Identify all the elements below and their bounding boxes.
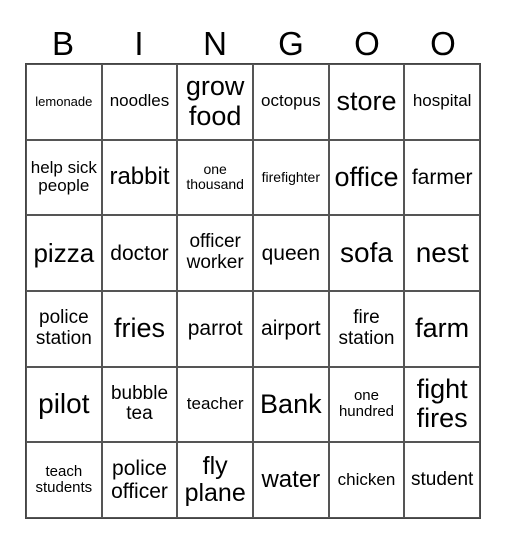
bingo-cell[interactable]: chicken xyxy=(328,442,405,518)
bingo-cell[interactable]: Bank xyxy=(252,366,329,443)
bingo-cell[interactable]: firefighter xyxy=(252,139,329,216)
bingo-cell[interactable]: airport xyxy=(252,290,329,367)
bingo-cell[interactable]: pilot xyxy=(26,366,102,443)
bingo-cell[interactable]: rabbit xyxy=(101,139,178,216)
bingo-cell[interactable]: doctor xyxy=(101,215,178,291)
bingo-cell[interactable]: queen xyxy=(252,215,329,291)
bingo-cell[interactable]: one hundred xyxy=(328,366,405,443)
header-letter: O xyxy=(354,25,380,62)
bingo-cell[interactable]: student xyxy=(404,442,480,518)
bingo-cell[interactable]: fight fires xyxy=(404,366,480,443)
bingo-cell[interactable]: one thousand xyxy=(177,139,253,216)
bingo-cell[interactable]: teach students xyxy=(26,442,102,518)
header-letter: G xyxy=(278,25,304,62)
bingo-cell[interactable]: hospital xyxy=(404,64,480,140)
bingo-cell[interactable]: officer worker xyxy=(177,215,253,291)
bingo-cell[interactable]: bubble tea xyxy=(101,366,178,443)
bingo-cell[interactable]: octopus xyxy=(252,64,329,140)
bingo-cell[interactable]: parrot xyxy=(177,290,253,367)
bingo-cell[interactable]: water xyxy=(252,442,329,518)
bingo-cell[interactable]: sofa xyxy=(328,215,405,291)
bingo-cell[interactable]: lemonade xyxy=(26,64,102,140)
bingo-cell[interactable]: pizza xyxy=(26,215,102,291)
header-letter: B xyxy=(51,25,74,62)
bingo-cell[interactable]: noodles xyxy=(101,64,178,140)
bingo-cell[interactable]: help sick people xyxy=(26,139,102,216)
bingo-header: BINGOO xyxy=(25,24,481,64)
header-letter: N xyxy=(203,25,227,62)
bingo-cell[interactable]: nest xyxy=(404,215,480,291)
bingo-cell[interactable]: police station xyxy=(26,290,102,367)
bingo-cell[interactable]: farm xyxy=(404,290,480,367)
bingo-cell[interactable]: store xyxy=(328,64,405,140)
bingo-cell[interactable]: fly plane xyxy=(177,442,253,518)
bingo-cell[interactable]: fire station xyxy=(328,290,405,367)
bingo-cell[interactable]: teacher xyxy=(177,366,253,443)
bingo-cell[interactable]: farmer xyxy=(404,139,480,216)
bingo-grid: lemonade noodles grow food octopus store hosp… xyxy=(25,63,481,519)
bingo-cell[interactable]: fries xyxy=(101,290,178,367)
bingo-cell[interactable]: police officer xyxy=(101,442,178,518)
bingo-cell[interactable]: grow food xyxy=(177,64,253,140)
bingo-cell[interactable]: office xyxy=(328,139,405,216)
header-letter: O xyxy=(430,25,456,62)
header-letter: I xyxy=(134,25,144,62)
